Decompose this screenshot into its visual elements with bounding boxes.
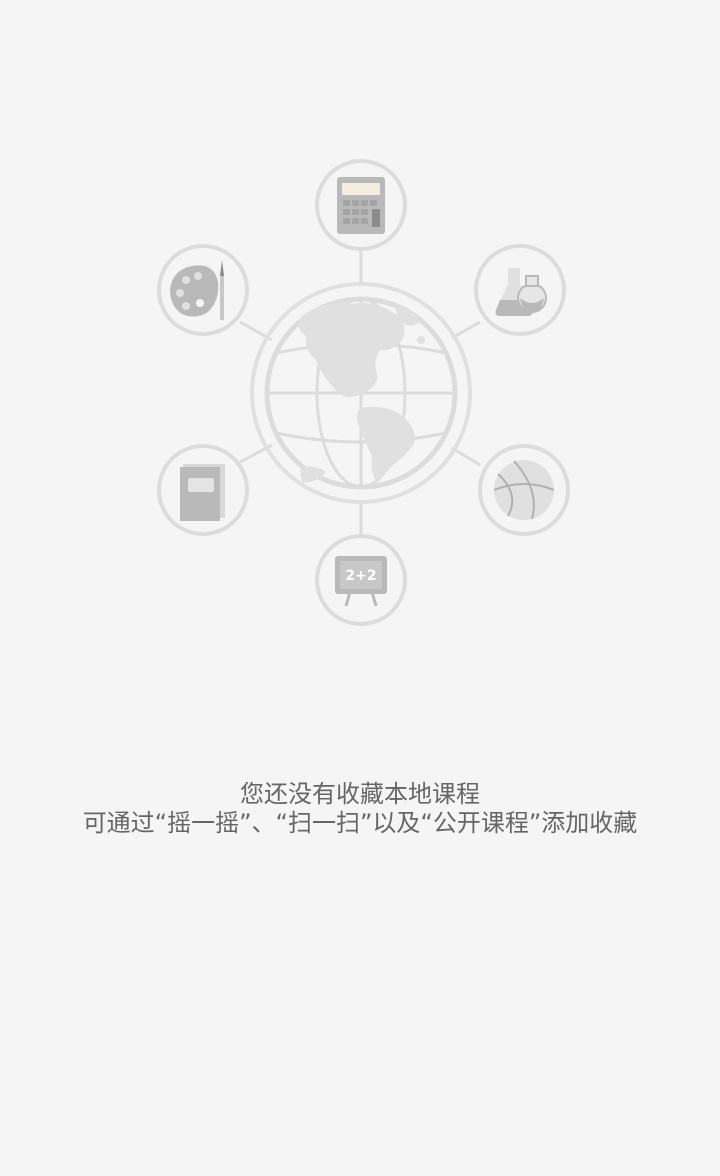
lab-flask-icon	[474, 244, 566, 336]
book-icon	[157, 444, 249, 536]
calculator-icon	[315, 159, 407, 251]
globe-icon	[250, 282, 472, 504]
basketball-icon	[478, 444, 570, 536]
blackboard-text: 2+2	[345, 568, 376, 584]
empty-state-title: 您还没有收藏本地课程	[240, 780, 480, 808]
blackboard-icon: 2+2	[315, 534, 407, 626]
empty-state-hint: 可通过“摇一摇”、“扫一扫”以及“公开课程”添加收藏	[82, 809, 638, 837]
empty-courses-illustration: 2+2	[157, 159, 570, 626]
palette-icon	[157, 244, 249, 336]
